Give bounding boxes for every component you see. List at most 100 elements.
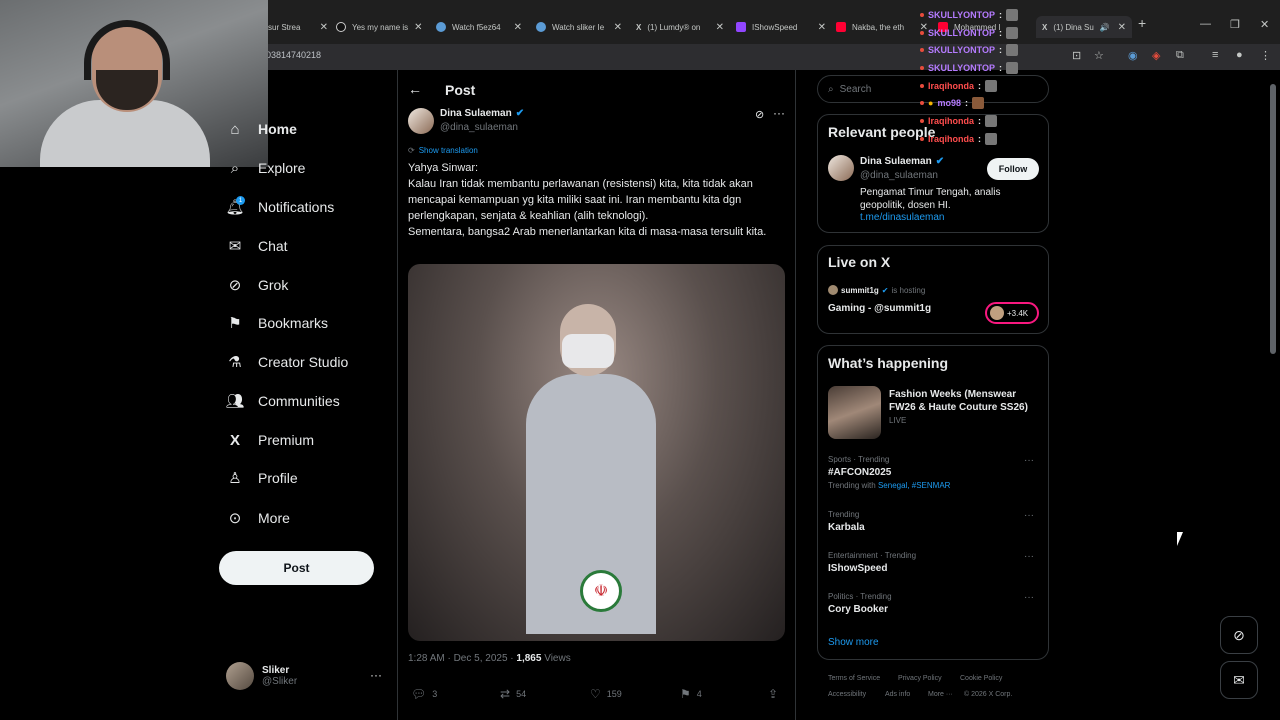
nav-home[interactable]: ⌂ Home (226, 120, 297, 138)
footer-link[interactable]: Terms of Service (828, 675, 880, 682)
close-icon[interactable]: ✕ (716, 22, 724, 33)
close-icon[interactable]: ✕ (414, 22, 422, 33)
footer-link[interactable]: Ads info (885, 691, 910, 698)
url-text[interactable]: 03814740218 (266, 50, 321, 60)
nav-label: Explore (258, 160, 306, 176)
person-name[interactable]: Dina Sulaeman ✔ (860, 156, 944, 167)
back-arrow-icon[interactable]: ← (408, 81, 422, 97)
close-icon[interactable]: ✕ (320, 22, 328, 33)
reply-count: 3 (432, 689, 438, 699)
bookmark-count: 4 (696, 689, 702, 699)
bookmark-button[interactable]: ⚑ 4 (680, 687, 702, 701)
live-host[interactable]: summit1g ✔ is hosting (828, 285, 925, 295)
nav-more[interactable]: ⊙ More (226, 509, 290, 527)
footer-link[interactable]: Privacy Policy (898, 675, 942, 682)
person-link[interactable]: t.me/dinasulaeman (860, 212, 945, 223)
browser-tab[interactable]: Watch f5ez64 ✕ (436, 16, 522, 38)
trend-item[interactable]: Trending Karbala ··· (828, 510, 1040, 533)
share-button[interactable]: ⇪ (768, 687, 778, 701)
puzzle-icon[interactable]: ⧉ (1176, 49, 1184, 62)
browser-tab[interactable]: X (1) Lumdy® on ✕ (636, 16, 724, 38)
minimize-button[interactable]: — (1200, 18, 1211, 30)
chat-user: SKULLYONTOP (928, 28, 996, 38)
nav-grok[interactable]: ⊘ Grok (226, 276, 289, 294)
nav-premium[interactable]: X Premium (226, 431, 314, 449)
follow-button[interactable]: Follow (987, 158, 1039, 180)
nav-communities[interactable]: 👥︎ Communities (225, 392, 339, 410)
more-options-icon[interactable]: ··· (1024, 551, 1034, 562)
person-bio: Pengamat Timur Tengah, analis geopolitik… (860, 187, 1001, 211)
trending-with-links[interactable]: Senegal, #SENMAR (878, 481, 950, 490)
live-space-title[interactable]: Gaming - @summit1g (828, 303, 931, 314)
nav-chat[interactable]: ✉ Chat (226, 237, 288, 255)
extension-icon[interactable]: ◈ (1152, 49, 1160, 62)
badge-icon (920, 66, 924, 70)
trend-item[interactable]: Entertainment · Trending IShowSpeed ··· (828, 551, 1040, 574)
nav-explore[interactable]: ⌕ Explore (226, 159, 306, 177)
x-icon: X (636, 22, 642, 32)
close-icon[interactable]: ✕ (514, 22, 522, 33)
author-name[interactable]: Dina Sulaeman ✔ (440, 108, 524, 119)
grok-icon: ⊘ (1233, 626, 1245, 643)
close-icon[interactable]: ✕ (818, 22, 826, 33)
profile-icon[interactable]: ● (1236, 49, 1243, 61)
tweet-text: Yahya Sinwar: Kalau Iran tidak membantu … (408, 162, 767, 238)
reply-button[interactable]: 💬︎ 3 (411, 687, 437, 701)
show-translation-link[interactable]: ⟳ Show translation (408, 146, 478, 155)
emote-icon (985, 80, 998, 92)
featured-trend-title[interactable]: Fashion Weeks (Menswear FW26 & Haute Cou… (889, 388, 1039, 414)
tweet-video[interactable]: ☫ (408, 264, 785, 641)
show-translation-text: Show translation (418, 146, 478, 155)
account-switcher[interactable]: Sliker @Sliker (226, 662, 297, 690)
footer-link[interactable]: Accessibility (828, 691, 866, 698)
timestamp[interactable]: 1:28 AM · Dec 5, 2025 (408, 653, 508, 664)
trend-thumbnail[interactable] (828, 386, 881, 439)
star-icon[interactable]: ☆ (1094, 49, 1104, 62)
page-scrollbar[interactable] (1270, 84, 1276, 354)
more-options-icon[interactable]: ··· (1024, 455, 1034, 466)
close-icon[interactable]: ✕ (1118, 22, 1126, 33)
footer-link[interactable]: Cookie Policy (960, 675, 1002, 682)
messages-fab-button[interactable]: ✉ (1220, 661, 1258, 699)
maximize-button[interactable]: ❐ (1230, 18, 1240, 31)
emote-icon (1006, 44, 1019, 56)
media-control-icon[interactable]: ≡ (1212, 49, 1218, 61)
emote-icon (1006, 62, 1019, 74)
nav-creator-studio[interactable]: ⚗ Creator Studio (226, 353, 348, 371)
nav-profile[interactable]: ♙ Profile (226, 469, 297, 487)
browser-tab-active[interactable]: X (1) Dina Su 🔊 ✕ (1036, 16, 1132, 38)
browser-tab[interactable]: sur Strea ✕ (268, 16, 328, 38)
close-window-button[interactable]: ✕ (1260, 18, 1269, 31)
more-options-icon[interactable]: ··· (1024, 510, 1034, 521)
tab-label: Watch f5ez64 (452, 22, 501, 32)
tab-label: (1) Dina Su (1053, 22, 1094, 32)
browser-tab[interactable]: Yes my name is ✕ (336, 16, 422, 38)
nav-bookmarks[interactable]: ⚑ Bookmarks (226, 314, 328, 332)
trend-item[interactable]: Politics · Trending Cory Booker ··· (828, 592, 1040, 615)
author-avatar[interactable] (408, 108, 434, 134)
install-icon[interactable]: ⊡ (1072, 49, 1081, 62)
post-button[interactable]: Post (219, 551, 374, 585)
more-options-icon[interactable]: ··· (773, 106, 785, 120)
more-options-icon[interactable]: ··· (370, 668, 382, 682)
menu-icon[interactable]: ⋮ (1260, 49, 1271, 62)
like-button[interactable]: ♡ 159 (590, 687, 622, 701)
repost-button[interactable]: ⇄ 54 (500, 687, 526, 701)
browser-tab[interactable]: Watch sliker Ie ✕ (536, 16, 622, 38)
trend-item[interactable]: Sports · Trending #AFCON2025 Trending wi… (828, 455, 1040, 490)
close-icon[interactable]: ✕ (614, 22, 622, 33)
extension-icon[interactable]: ◉ (1128, 49, 1138, 62)
grok-icon[interactable]: ⊘ (755, 108, 764, 121)
show-more-link[interactable]: Show more (828, 637, 879, 648)
nav-label: Home (258, 121, 297, 137)
listener-pill[interactable]: +3.4K (985, 302, 1039, 324)
person-avatar[interactable] (828, 155, 854, 181)
browser-tab[interactable]: IShowSpeed ✕ (736, 16, 826, 38)
browser-tab[interactable]: Nakba, the eth ✕ (836, 16, 928, 38)
chat-text: : (999, 45, 1003, 55)
footer-link[interactable]: More ··· (928, 691, 953, 698)
new-tab-button[interactable]: + (1138, 15, 1146, 31)
more-options-icon[interactable]: ··· (1024, 592, 1034, 603)
more-circle-icon: ⊙ (228, 510, 242, 527)
grok-fab-button[interactable]: ⊘ (1220, 616, 1258, 654)
